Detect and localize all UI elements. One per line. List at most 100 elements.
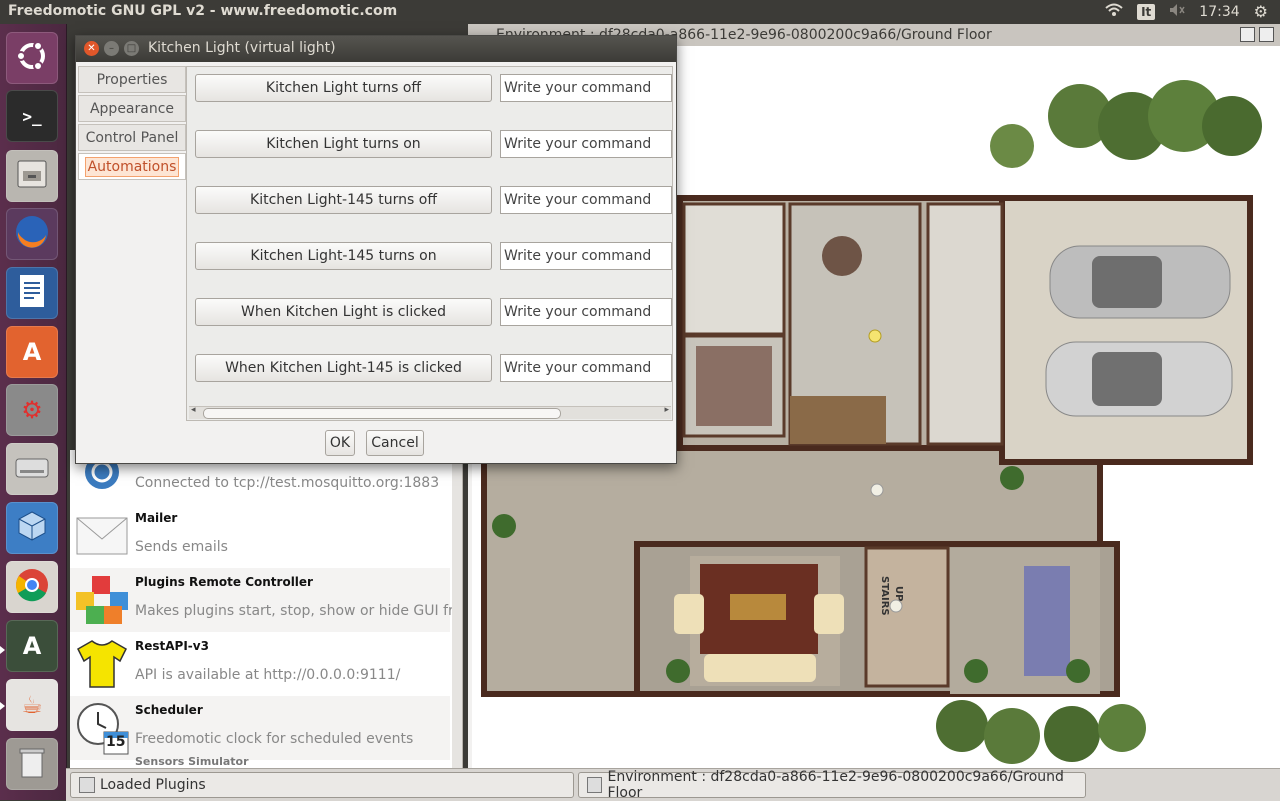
envelope-icon: [74, 508, 130, 564]
car-top: [1049, 245, 1231, 319]
clock[interactable]: 17:34: [1199, 4, 1239, 20]
maximize-box-icon[interactable]: [1259, 27, 1274, 42]
automation-command-input[interactable]: Write your command: [500, 186, 672, 214]
document-writer-icon: [17, 273, 47, 313]
automation-trigger-button[interactable]: Kitchen Light turns on: [195, 130, 492, 158]
automation-row: Kitchen Light turns off Write your comma…: [195, 74, 675, 102]
dash-home-button[interactable]: [6, 32, 58, 84]
volume-muted-icon[interactable]: [1169, 3, 1185, 21]
plugin-description: Sends emails: [135, 539, 228, 555]
stairs-light-icon[interactable]: [889, 599, 903, 613]
terminal-launcher[interactable]: >_: [6, 90, 58, 142]
ok-button[interactable]: OK: [325, 430, 355, 456]
java-launcher[interactable]: ☕: [6, 679, 58, 731]
maximize-button[interactable]: □: [124, 41, 139, 56]
tab-label: Control Panel: [85, 129, 179, 146]
tab-appearance[interactable]: Appearance: [78, 95, 186, 122]
object-editor-dialog: ✕ – □ Kitchen Light (virtual light) Prop…: [75, 35, 677, 464]
tab-automations[interactable]: Automations: [78, 153, 186, 180]
task-loaded-plugins[interactable]: Loaded Plugins: [70, 772, 574, 798]
automation-command-input[interactable]: Write your command: [500, 298, 672, 326]
virtualbox-launcher[interactable]: [6, 502, 58, 554]
plugins-scrollbar[interactable]: [452, 450, 462, 768]
task-environment[interactable]: Environment : df28cda0-a866-11e2-9e96-08…: [578, 769, 1086, 801]
firefox-icon: [13, 213, 51, 255]
automation-trigger-button[interactable]: Kitchen Light-145 turns off: [195, 186, 492, 214]
updater-launcher[interactable]: A: [6, 620, 58, 672]
task-label: Environment : df28cda0-a866-11e2-9e96-08…: [607, 769, 1064, 801]
automation-row: When Kitchen Light is clicked Write your…: [195, 298, 675, 326]
stairs: [864, 546, 950, 688]
trash-icon: [17, 745, 47, 783]
system-settings-launcher[interactable]: ⚙: [6, 384, 58, 436]
plugin-row-plugins-remote-controller[interactable]: Plugins Remote Controller Makes plugins …: [70, 568, 462, 632]
active-indicator: [0, 646, 5, 654]
scrollbar-thumb[interactable]: [203, 408, 561, 419]
scroll-right-arrow-icon[interactable]: ▸: [664, 405, 669, 415]
keyboard-layout-indicator[interactable]: It: [1137, 3, 1156, 20]
garage: [999, 195, 1253, 465]
frame-icon: [79, 777, 95, 793]
automation-trigger-button[interactable]: When Kitchen Light-145 is clicked: [195, 354, 492, 382]
firefox-launcher[interactable]: [6, 208, 58, 260]
files-launcher[interactable]: [6, 150, 58, 202]
dialog-tabs: Properties Appearance Control Panel Auto…: [78, 66, 186, 182]
cube-icon: [15, 509, 49, 547]
tab-label: Automations: [84, 156, 180, 177]
plugin-row-restapi[interactable]: RestAPI-v3 API is available at http://0.…: [70, 632, 450, 696]
sensors-icon: [74, 758, 130, 768]
plugin-row-sensors-simulator[interactable]: Sensors Simulator: [70, 754, 450, 768]
tab-control-panel[interactable]: Control Panel: [78, 124, 186, 151]
top-panel: Freedomotic GNU GPL v2 - www.freedomotic…: [0, 0, 1280, 24]
trees-bottom: [936, 700, 1146, 764]
chrome-launcher[interactable]: [6, 561, 58, 613]
plugin-description: Freedomotic clock for scheduled events: [135, 731, 414, 747]
tab-label: Appearance: [89, 100, 175, 117]
automation-command-input[interactable]: Write your command: [500, 130, 672, 158]
dialog-titlebar[interactable]: ✕ – □ Kitchen Light (virtual light): [76, 36, 676, 62]
automation-trigger-button[interactable]: Kitchen Light-145 turns on: [195, 242, 492, 270]
plugin-description: Makes plugins start, stop, show or hide …: [135, 603, 463, 619]
hall-light-icon[interactable]: [870, 483, 884, 497]
cancel-button[interactable]: Cancel: [366, 430, 424, 456]
system-tray: It 17:34 ⚙: [1105, 2, 1268, 21]
trash-launcher[interactable]: [6, 738, 58, 790]
trees-top: [990, 80, 1262, 168]
running-indicator: [0, 702, 5, 710]
automation-command-input[interactable]: Write your command: [500, 242, 672, 270]
plugin-name: Sensors Simulator: [135, 755, 249, 768]
writer-launcher[interactable]: [6, 267, 58, 319]
frame-icon: [587, 777, 603, 793]
window-title: Freedomotic GNU GPL v2 - www.freedomotic…: [8, 3, 398, 19]
wrench-gear-icon: ⚙: [21, 396, 43, 424]
plugin-row-mailer[interactable]: Mailer Sends emails: [70, 504, 450, 568]
disk-launcher[interactable]: [6, 443, 58, 495]
task-label: Loaded Plugins: [100, 777, 206, 793]
hard-drive-icon: [14, 453, 50, 485]
automation-command-input[interactable]: Write your command: [500, 354, 672, 382]
software-center-launcher[interactable]: A: [6, 326, 58, 378]
close-button[interactable]: ✕: [84, 41, 99, 56]
dialog-title: Kitchen Light (virtual light): [148, 40, 336, 56]
settings-gear-icon[interactable]: ⚙: [1254, 2, 1268, 21]
car-bottom: [1045, 341, 1233, 417]
automation-trigger-button[interactable]: When Kitchen Light is clicked: [195, 298, 492, 326]
wifi-icon[interactable]: [1105, 3, 1123, 21]
automation-row: When Kitchen Light-145 is clicked Write …: [195, 354, 675, 382]
automation-command-input[interactable]: Write your command: [500, 74, 672, 102]
horizontal-scrollbar[interactable]: ◂ ▸: [189, 405, 671, 419]
plugin-row-scheduler[interactable]: 15 Scheduler Freedomotic clock for sched…: [70, 696, 450, 760]
kitchen-light-icon[interactable]: [868, 329, 882, 343]
tab-properties[interactable]: Properties: [78, 66, 186, 93]
ubuntu-logo-icon: [14, 38, 50, 78]
automation-trigger-button[interactable]: Kitchen Light turns off: [195, 74, 492, 102]
tab-label: Properties: [96, 71, 168, 88]
minimize-button[interactable]: –: [104, 41, 119, 56]
minimize-box-icon[interactable]: [1240, 27, 1255, 42]
update-arrows-icon: A: [22, 632, 42, 660]
scroll-left-arrow-icon[interactable]: ◂: [191, 405, 196, 415]
plugin-description: API is available at http://0.0.0.0:9111/: [135, 667, 401, 683]
loaded-plugins-panel: Connected to tcp://test.mosquitto.org:18…: [70, 450, 463, 768]
automation-row: Kitchen Light-145 turns on Write your co…: [195, 242, 675, 270]
calendar-day: 15: [106, 734, 126, 750]
